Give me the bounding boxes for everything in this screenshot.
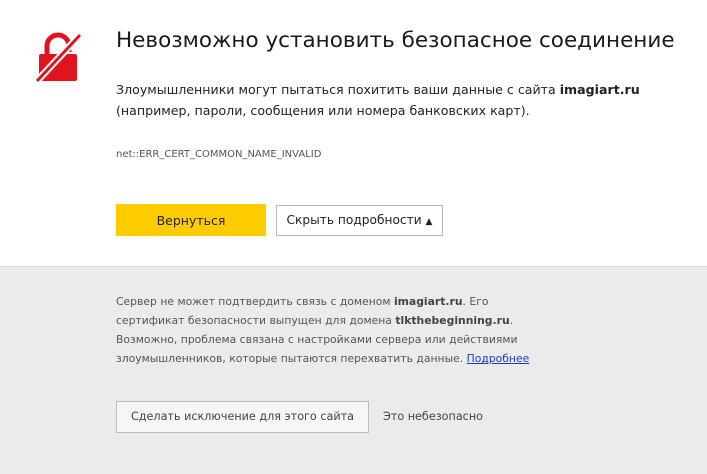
details-text: Сервер не может подтвердить связь с доме… [116,292,546,368]
unsafe-note: Это небезопасно [383,410,483,423]
learn-more-link[interactable]: Подробнее [467,352,530,365]
details-intro: Сервер не может подтвердить связь с доме… [116,295,394,308]
error-header-panel: Невозможно установить безопасное соедине… [0,0,707,266]
details-panel: Сервер не может подтвердить связь с доме… [0,266,707,474]
hide-details-label: Скрыть подробности [286,213,422,227]
description-examples: (например, пароли, сообщения или номера … [116,103,530,118]
back-button[interactable]: Вернуться [116,204,266,236]
warning-description: Злоумышленники могут пытаться похитить в… [116,79,676,121]
cert-domain: tlkthebeginning.ru [395,314,510,327]
details-domain: imagiart.ru [393,295,463,308]
broken-lock-icon [34,32,83,83]
site-domain: imagiart.ru [559,82,640,97]
chevron-up-icon: ▲ [425,217,433,227]
hide-details-button[interactable]: Скрыть подробности ▲ [276,205,443,236]
description-text: Злоумышленники могут пытаться похитить в… [116,82,560,97]
error-code: net::ERR_CERT_COMMON_NAME_INVALID [116,149,322,160]
add-exception-button[interactable]: Сделать исключение для этого сайта [116,401,369,433]
page-title: Невозможно установить безопасное соедине… [116,28,675,53]
